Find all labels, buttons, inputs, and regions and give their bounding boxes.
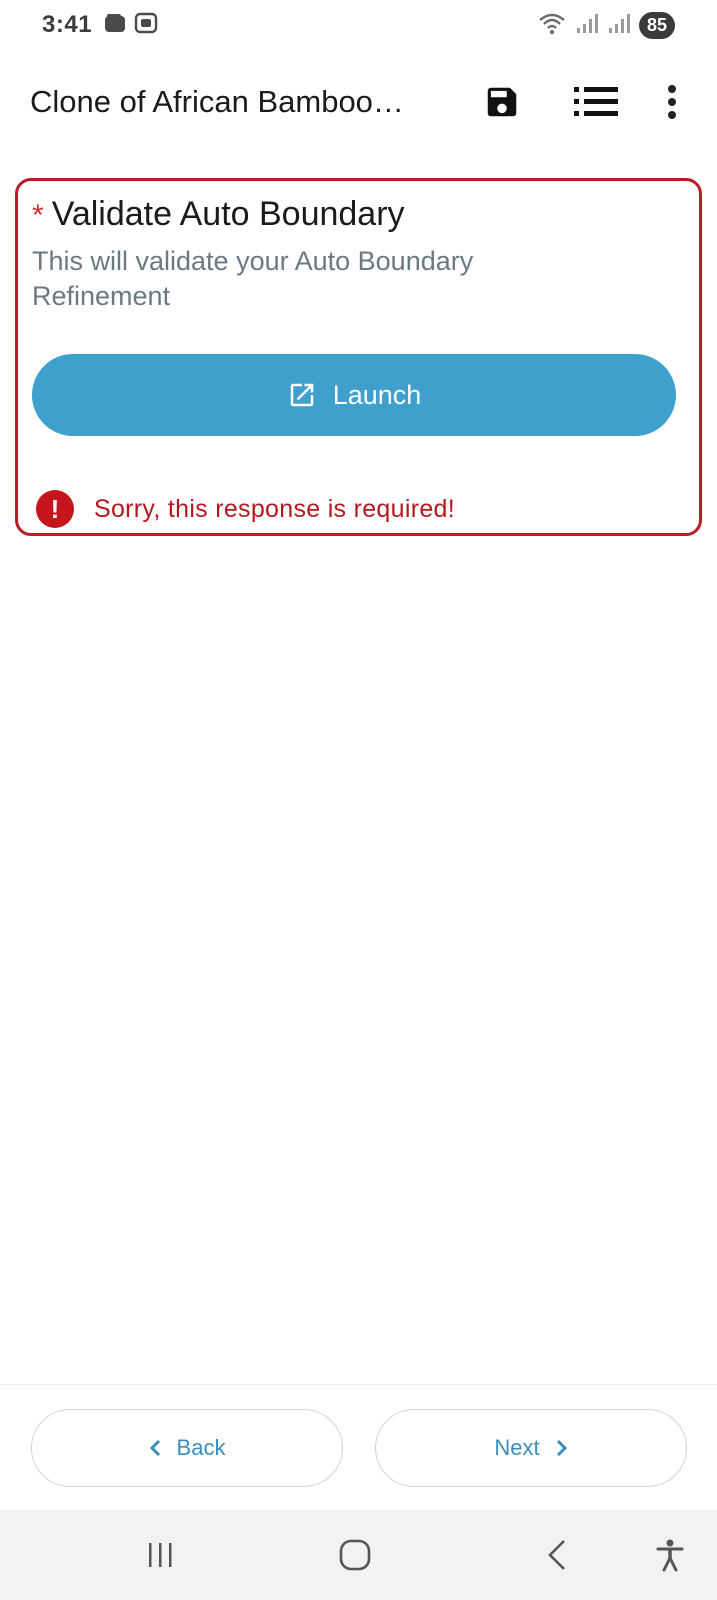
save-icon [487, 87, 517, 117]
app-actions [477, 77, 687, 127]
home-button[interactable] [325, 1510, 385, 1600]
more-options-button[interactable] [657, 77, 687, 127]
chevron-left-icon [149, 1439, 160, 1457]
app-title: Clone of African Bamboo… [30, 84, 404, 119]
more-vert-icon [668, 85, 676, 119]
back-nav-button[interactable] [527, 1510, 587, 1600]
question-title-row: * Validate Auto Boundary [32, 195, 685, 234]
signal-icon [607, 12, 631, 39]
screenshot-icon [134, 12, 158, 39]
error-text: Sorry, this response is required! [94, 494, 455, 523]
status-bar: 3:41 85 [0, 0, 717, 50]
error-message: ! Sorry, this response is required! [32, 490, 685, 528]
back-button[interactable]: Back [31, 1409, 343, 1487]
system-nav-bar [0, 1510, 717, 1600]
open-in-new-icon [290, 383, 313, 407]
app-bar: Clone of African Bamboo… [0, 62, 717, 142]
question-hint: This will validate your Auto Boundary Re… [32, 246, 474, 311]
recent-apps-button[interactable] [130, 1510, 190, 1600]
save-button[interactable] [477, 77, 527, 127]
status-time: 3:41 [42, 11, 93, 38]
wifi-icon [537, 11, 567, 40]
back-nav-icon [548, 1540, 565, 1570]
list-button[interactable] [571, 77, 621, 127]
screen: 3:41 85 Clone of African Bamboo… * Valid… [0, 0, 717, 1600]
chevron-right-icon [556, 1439, 567, 1457]
status-right: 85 [537, 11, 675, 40]
accessibility-icon [656, 1539, 684, 1572]
question-title: Validate Auto Boundary [51, 195, 405, 233]
back-label: Back [176, 1435, 226, 1460]
question-card: * Validate Auto Boundary This will valid… [15, 178, 702, 536]
bottom-divider [0, 1384, 717, 1385]
accessibility-button[interactable] [640, 1510, 700, 1600]
required-mark: * [32, 199, 44, 232]
status-left-icons [104, 12, 158, 39]
launch-label: Launch [332, 379, 422, 410]
home-icon [339, 1539, 371, 1571]
list-icon [574, 87, 618, 116]
recent-apps-icon [149, 1543, 172, 1567]
error-icon: ! [36, 490, 74, 528]
signal-icon [575, 12, 599, 39]
wallet-icon [104, 13, 126, 38]
battery-indicator: 85 [638, 11, 675, 39]
launch-button[interactable]: Launch [32, 354, 676, 436]
next-label: Next [494, 1435, 540, 1460]
next-button[interactable]: Next [375, 1409, 687, 1487]
